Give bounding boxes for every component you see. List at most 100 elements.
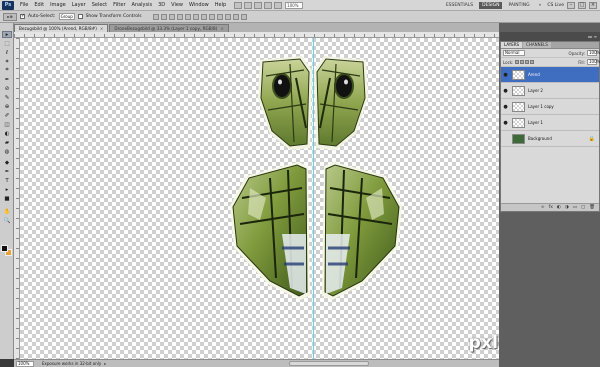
pen-tool-icon[interactable]: ◆ bbox=[2, 159, 12, 166]
layer-row-arend[interactable]: ● Arend bbox=[501, 67, 599, 83]
tab-layers[interactable]: LAYERS bbox=[501, 42, 523, 48]
align-left-icon[interactable] bbox=[176, 13, 183, 20]
freeform-pen-tool-icon[interactable]: ✒ bbox=[2, 168, 12, 175]
menu-edit[interactable]: Edit bbox=[31, 2, 47, 8]
layer-style-icon[interactable]: fx bbox=[549, 205, 553, 210]
marquee-tool-icon[interactable]: ⬚ bbox=[2, 40, 12, 47]
new-layer-icon[interactable]: ▢ bbox=[581, 205, 585, 210]
auto-select-dropdown[interactable]: Group bbox=[58, 13, 75, 20]
opacity-input[interactable]: 100% bbox=[587, 50, 600, 56]
visibility-eye-icon[interactable]: ● bbox=[502, 119, 509, 126]
path-selection-tool-icon[interactable]: ▸ bbox=[2, 186, 12, 193]
type-tool-icon[interactable]: T bbox=[2, 177, 12, 184]
distribute-left-icon[interactable] bbox=[224, 13, 231, 20]
fill-input[interactable]: 100% bbox=[587, 59, 600, 65]
zoom-tool-icon[interactable]: 🔍 bbox=[2, 217, 12, 224]
lock-position-icon[interactable] bbox=[525, 60, 530, 64]
move-tool-icon[interactable]: ▸ bbox=[2, 31, 12, 38]
distribute-right-icon[interactable] bbox=[240, 13, 247, 20]
mini-bridge-icon[interactable] bbox=[244, 1, 253, 9]
menu-image[interactable]: Image bbox=[47, 2, 69, 8]
crop-tool-icon[interactable]: ⌗ bbox=[2, 67, 12, 74]
healing-brush-tool-icon[interactable]: ⊘ bbox=[2, 85, 12, 92]
visibility-eye-icon[interactable] bbox=[502, 135, 509, 142]
panel-collapse-bar[interactable]: ▸▸ ≡ bbox=[500, 32, 600, 41]
layer-row-layer-1-copy[interactable]: ● Layer 1 copy bbox=[501, 99, 599, 115]
horizontal-scrollbar[interactable] bbox=[289, 361, 369, 366]
tool-preset-picker[interactable]: ▸⊕ bbox=[3, 12, 17, 21]
lock-transparent-icon[interactable] bbox=[515, 60, 520, 64]
minimize-button[interactable]: – bbox=[567, 1, 575, 9]
visibility-eye-icon[interactable]: ● bbox=[502, 71, 509, 78]
workspace-more[interactable]: » bbox=[536, 2, 545, 9]
tab-channels[interactable]: CHANNELS bbox=[523, 42, 551, 48]
workspace-essentials[interactable]: ESSENTIALS bbox=[443, 2, 476, 9]
tab-close-icon[interactable]: × bbox=[220, 26, 224, 31]
menu-analysis[interactable]: Analysis bbox=[129, 2, 156, 8]
eraser-tool-icon[interactable]: ◫ bbox=[2, 121, 12, 128]
clone-stamp-tool-icon[interactable]: ⊕ bbox=[2, 103, 12, 110]
blur-tool-icon[interactable]: ▰ bbox=[2, 139, 12, 146]
close-button[interactable]: × bbox=[589, 1, 597, 9]
vertical-guide[interactable] bbox=[313, 38, 314, 359]
status-zoom-input[interactable]: 100% bbox=[16, 360, 34, 367]
cs-live-button[interactable]: CS Live bbox=[547, 3, 564, 8]
adjustment-layer-icon[interactable]: ◑ bbox=[565, 205, 569, 210]
eyedropper-tool-icon[interactable]: ✒ bbox=[2, 76, 12, 83]
distribute-vcenter-icon[interactable] bbox=[208, 13, 215, 20]
distribute-bottom-icon[interactable] bbox=[216, 13, 223, 20]
collapse-icon[interactable]: ▸▸ ≡ bbox=[588, 34, 597, 39]
layer-row-layer-1[interactable]: ● Layer 1 bbox=[501, 115, 599, 131]
menu-file[interactable]: File bbox=[17, 2, 31, 8]
quick-selection-tool-icon[interactable]: ✶ bbox=[2, 58, 12, 65]
tab-close-icon[interactable]: × bbox=[100, 26, 104, 31]
lock-pixels-icon[interactable] bbox=[520, 60, 525, 64]
menu-select[interactable]: Select bbox=[89, 2, 110, 8]
tab-dronebezugsbild[interactable]: DroneBezugsbild @ 33.3% (Layer 1 copy, R… bbox=[109, 24, 229, 32]
layer-row-background[interactable]: Background 🔒 bbox=[501, 131, 599, 147]
history-brush-tool-icon[interactable]: ✐ bbox=[2, 112, 12, 119]
menu-help[interactable]: Help bbox=[212, 2, 229, 8]
visibility-eye-icon[interactable]: ● bbox=[502, 103, 509, 110]
trash-icon[interactable]: 🗑 bbox=[589, 205, 595, 210]
extras-icon[interactable] bbox=[254, 1, 263, 9]
layer-row-layer-2[interactable]: ● Layer 2 bbox=[501, 83, 599, 99]
screen-mode-icon[interactable] bbox=[274, 1, 283, 9]
shape-tool-icon[interactable]: ■ bbox=[2, 195, 12, 202]
zoom-level[interactable]: 100% bbox=[285, 1, 304, 9]
document-canvas[interactable] bbox=[20, 38, 499, 359]
visibility-eye-icon[interactable]: ● bbox=[502, 87, 509, 94]
distribute-top-icon[interactable] bbox=[200, 13, 207, 20]
hand-tool-icon[interactable]: ✋ bbox=[2, 208, 12, 215]
align-top-icon[interactable] bbox=[152, 13, 159, 20]
align-right-icon[interactable] bbox=[192, 13, 199, 20]
link-layers-icon[interactable]: ∞ bbox=[541, 205, 545, 210]
gradient-tool-icon[interactable]: ◐ bbox=[2, 130, 12, 137]
align-hcenter-icon[interactable] bbox=[184, 13, 191, 20]
bridge-icon[interactable] bbox=[234, 1, 243, 9]
distribute-hcenter-icon[interactable] bbox=[232, 13, 239, 20]
status-menu-arrow-icon[interactable]: ▸ bbox=[104, 361, 106, 366]
menu-filter[interactable]: Filter bbox=[110, 2, 128, 8]
align-vcenter-icon[interactable] bbox=[160, 13, 167, 20]
lasso-tool-icon[interactable]: ℓ bbox=[2, 49, 12, 56]
menu-view[interactable]: View bbox=[168, 2, 186, 8]
auto-select-checkbox[interactable] bbox=[20, 13, 25, 19]
new-group-icon[interactable]: ▭ bbox=[573, 205, 577, 210]
workspace-design[interactable]: DESIGN bbox=[479, 1, 503, 9]
menu-window[interactable]: Window bbox=[186, 2, 212, 8]
maximize-button[interactable]: □ bbox=[578, 1, 586, 9]
dodge-tool-icon[interactable]: ◍ bbox=[2, 148, 12, 155]
layer-mask-icon[interactable]: ◐ bbox=[557, 205, 561, 210]
lock-all-icon[interactable] bbox=[530, 60, 535, 64]
menu-layer[interactable]: Layer bbox=[69, 2, 89, 8]
blend-mode-dropdown[interactable]: Normal bbox=[503, 50, 525, 56]
menu-3d[interactable]: 3D bbox=[155, 2, 168, 8]
arrange-documents-icon[interactable] bbox=[264, 1, 273, 9]
tab-bezugsbild[interactable]: Bezugsbild @ 100% (Arend, RGB/8#) × bbox=[14, 24, 109, 32]
brush-tool-icon[interactable]: ✎ bbox=[2, 94, 12, 101]
show-transform-checkbox[interactable] bbox=[77, 14, 83, 19]
foreground-color-swatch[interactable] bbox=[1, 245, 8, 252]
workspace-painting[interactable]: PAINTING bbox=[505, 2, 532, 9]
align-bottom-icon[interactable] bbox=[168, 13, 175, 20]
